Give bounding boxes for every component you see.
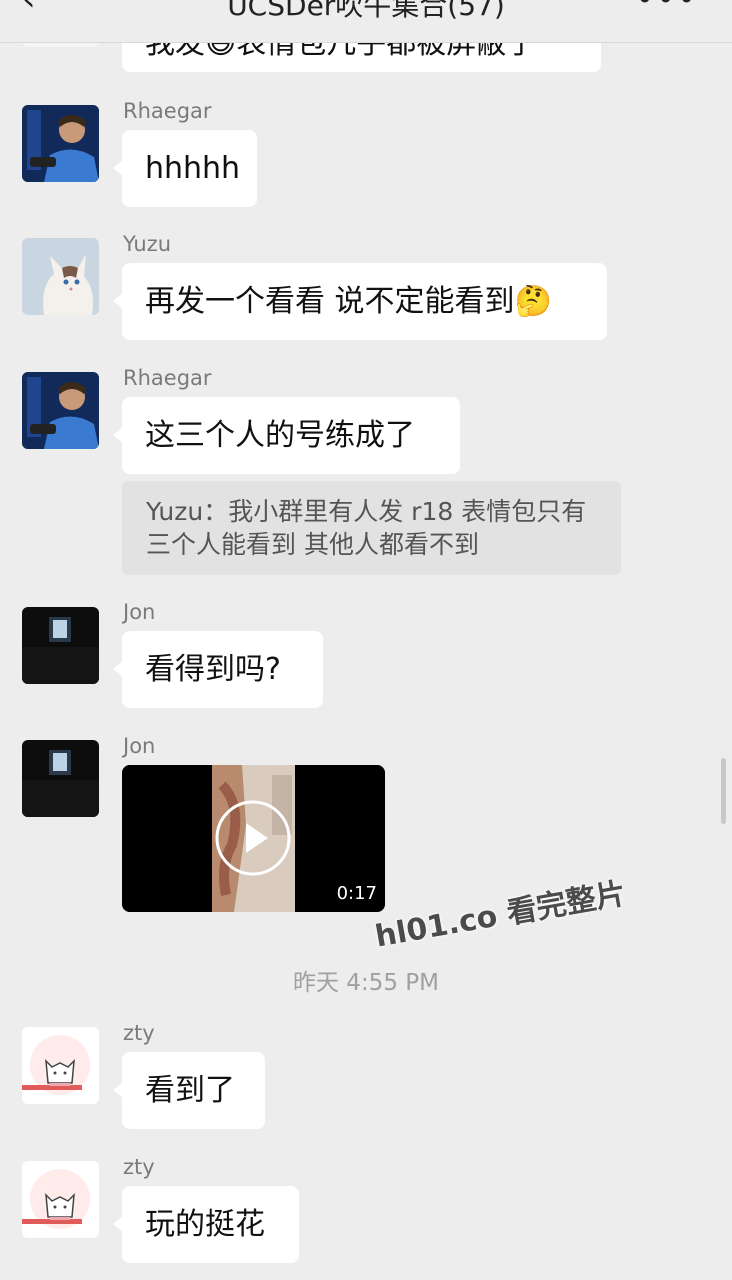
more-dots-icon[interactable]: ••• — [635, 0, 698, 18]
avatar[interactable] — [22, 1027, 99, 1104]
message-bubble[interactable]: 看得到吗? — [113, 631, 323, 708]
sender-name: zty — [123, 1155, 155, 1179]
sender-name: Yuzu — [123, 232, 172, 256]
chat-title: UCSDer吹牛集合(57) — [227, 0, 505, 22]
timestamp: 昨天 4:55 PM — [293, 970, 439, 996]
sender-name: Jon — [123, 600, 156, 624]
avatar[interactable] — [22, 105, 99, 182]
sender-name: zty — [123, 1021, 155, 1045]
sender-name: Rhaegar — [123, 366, 212, 390]
video-duration: 0:17 — [336, 883, 377, 904]
message-bubble[interactable]: 玩的挺花 — [113, 1186, 299, 1263]
message-bubble[interactable]: hhhhh — [113, 130, 257, 207]
message-bubble[interactable]: 看到了 — [113, 1052, 265, 1129]
avatar[interactable] — [22, 372, 99, 449]
chat-header: ‹ UCSDer吹牛集合(57) ••• — [0, 0, 732, 43]
scrollbar[interactable] — [721, 758, 726, 824]
quoted-message[interactable]: Yuzu：我小群里有人发 r18 表情包只有三个人能看到 其他人都看不到 — [122, 481, 621, 575]
avatar[interactable] — [22, 740, 99, 817]
video-message[interactable]: 0:17 — [122, 765, 385, 912]
sender-name: Rhaegar — [123, 99, 212, 123]
sender-name: Jon — [123, 734, 156, 758]
message-bubble[interactable]: 这三个人的号练成了 — [113, 397, 460, 474]
avatar[interactable] — [22, 607, 99, 684]
watermark: hl01.co 看完整片 — [372, 876, 629, 955]
message-bubble[interactable]: 再发一个看看 说不定能看到🤔 — [113, 263, 607, 340]
avatar[interactable] — [22, 238, 99, 315]
avatar[interactable] — [22, 1161, 99, 1238]
